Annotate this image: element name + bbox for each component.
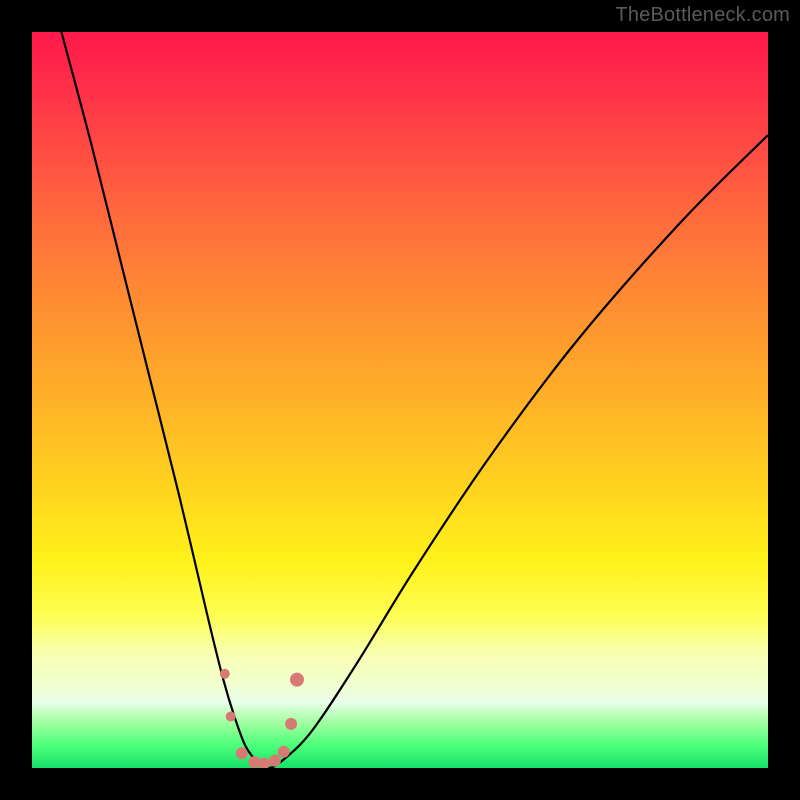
bottleneck-curve-path	[61, 32, 768, 768]
chart-stage: TheBottleneck.com	[0, 0, 800, 800]
curve-marker	[220, 669, 230, 679]
curve-marker	[278, 746, 290, 758]
curve-marker	[236, 747, 248, 759]
curve-marker	[269, 755, 281, 767]
curve-marker	[258, 758, 270, 768]
watermark-text: TheBottleneck.com	[615, 4, 790, 27]
curve-marker	[285, 718, 297, 730]
curve-marker	[226, 711, 236, 721]
plot-area	[32, 32, 768, 768]
curve-svg	[32, 32, 768, 768]
curve-marker	[290, 673, 304, 687]
